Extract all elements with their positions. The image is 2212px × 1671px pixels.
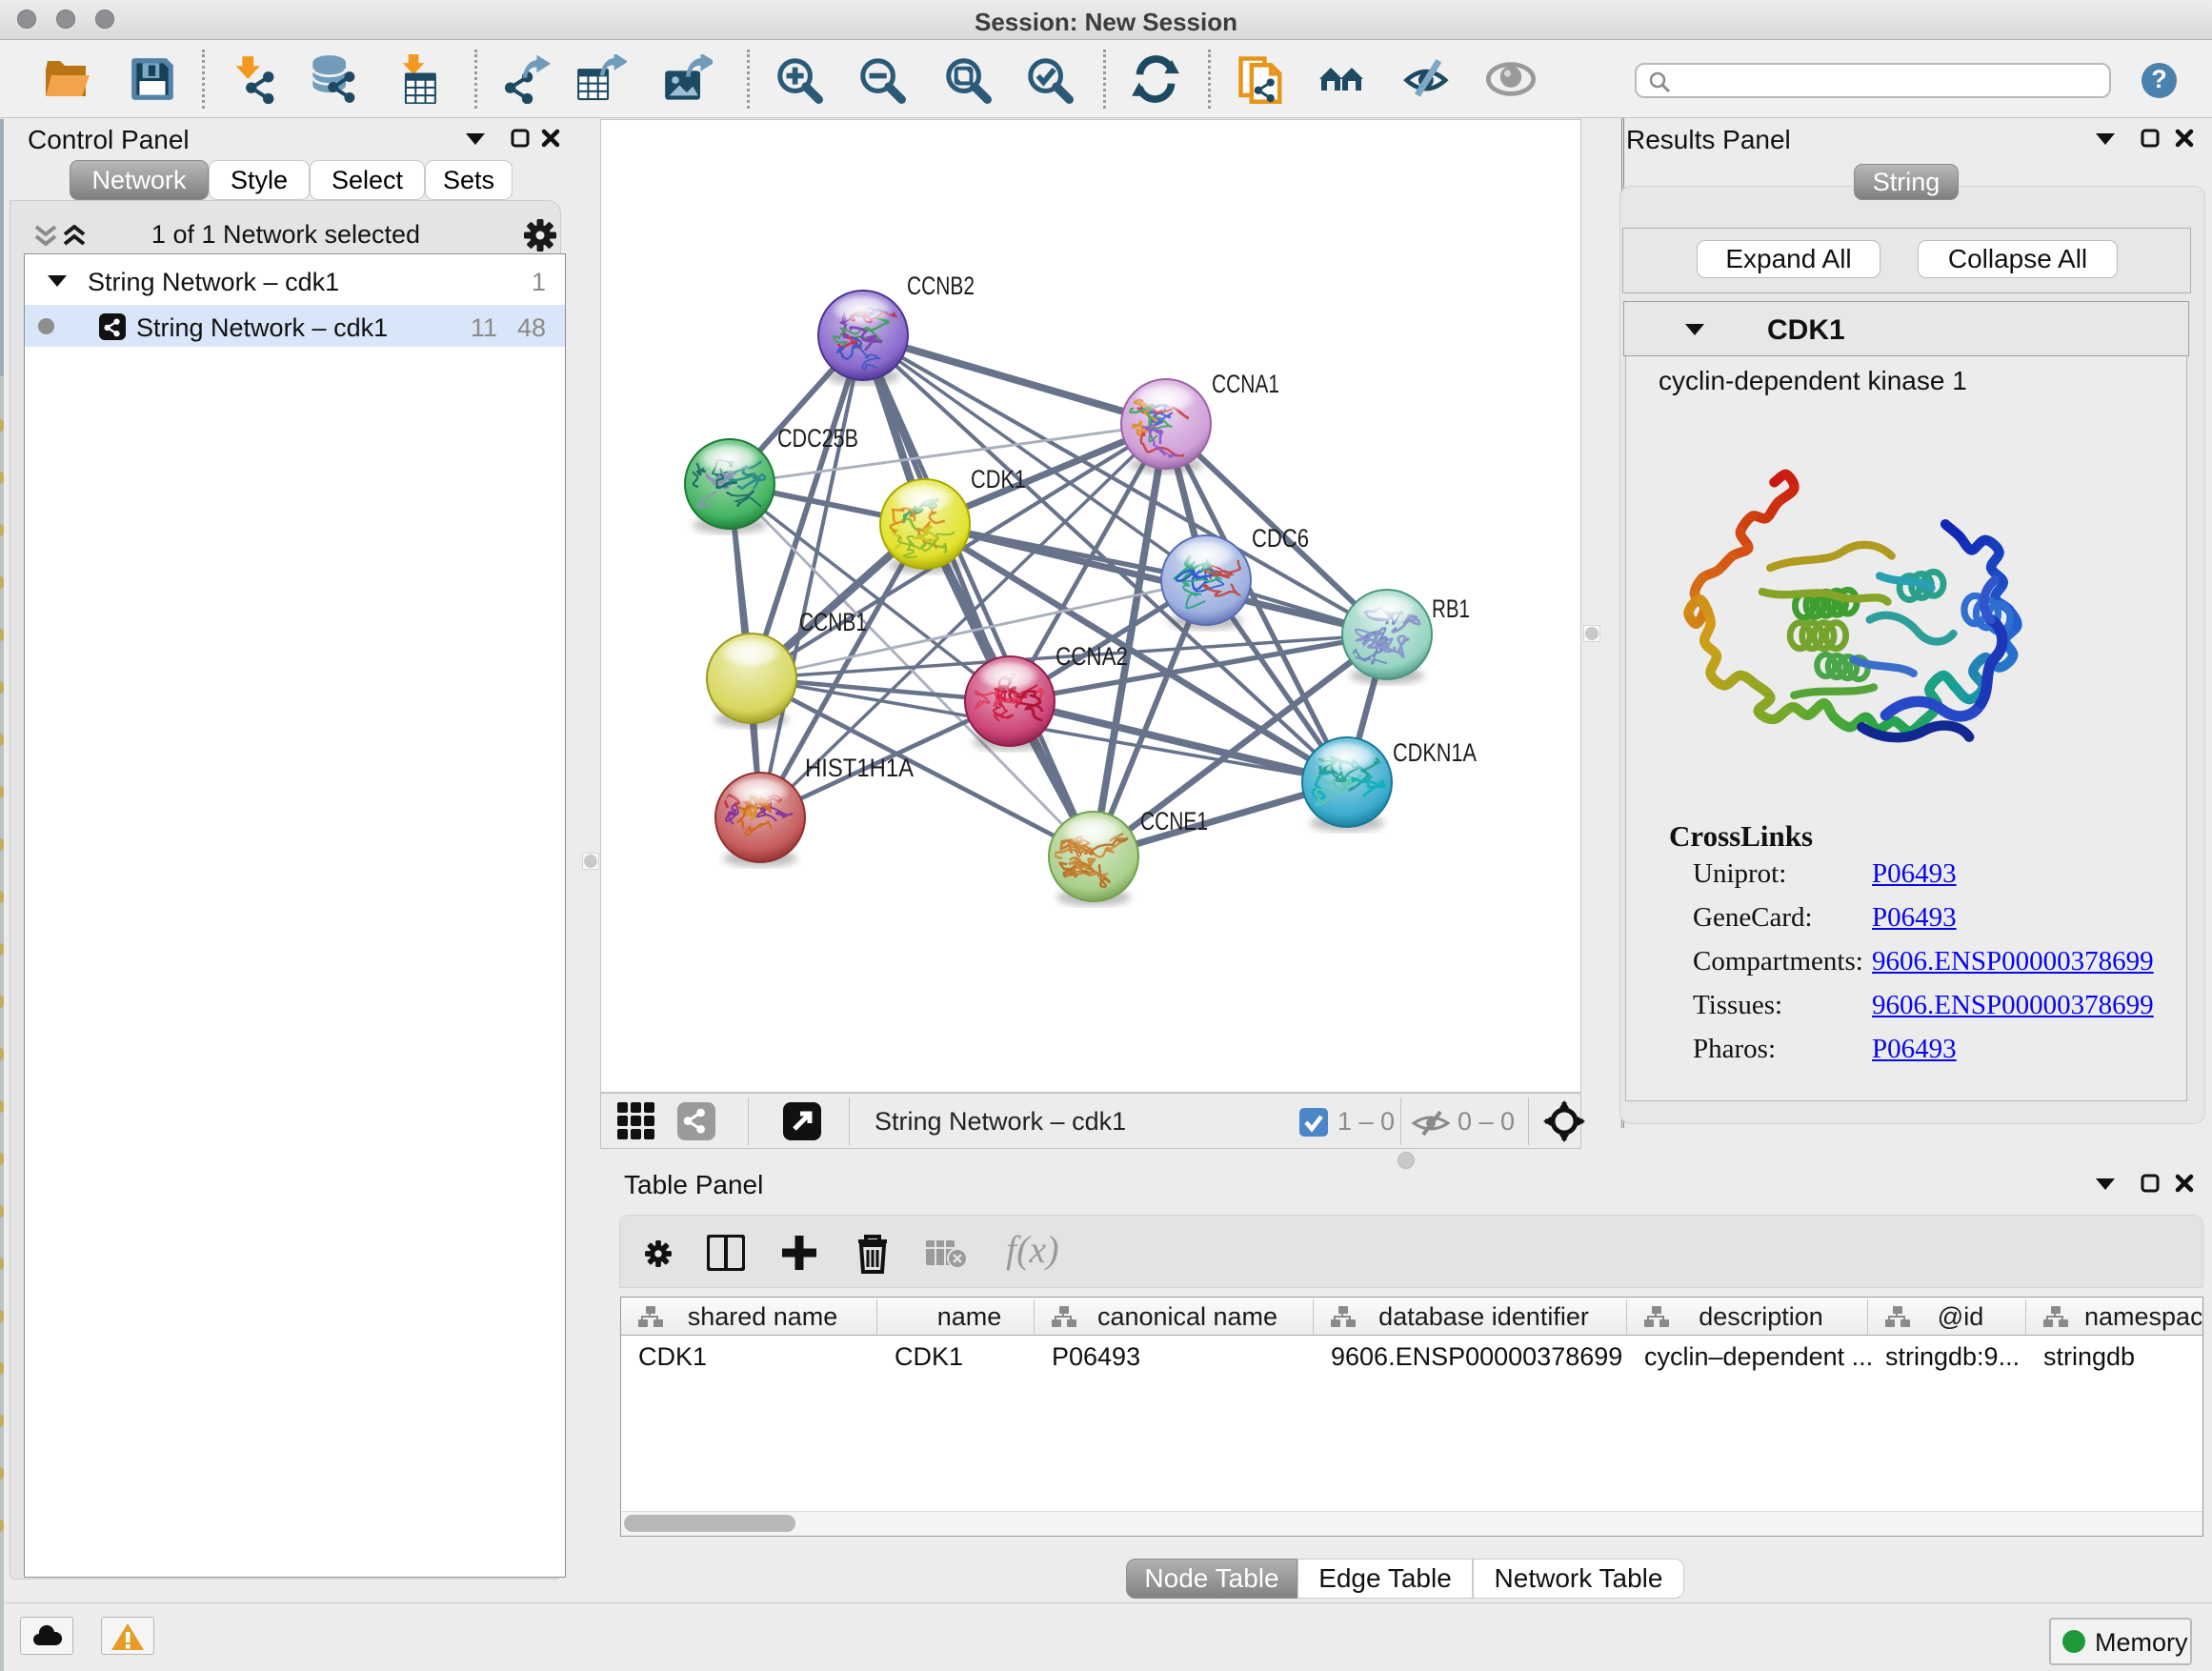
svg-text:HIST1H1A: HIST1H1A xyxy=(805,754,914,782)
svg-text:CCNB2: CCNB2 xyxy=(907,272,975,300)
svg-text:CCNB1: CCNB1 xyxy=(799,608,867,636)
svg-text:CDK1: CDK1 xyxy=(971,465,1026,493)
svg-text:CDC6: CDC6 xyxy=(1252,524,1309,553)
svg-text:CCNE1: CCNE1 xyxy=(1140,807,1208,836)
svg-text:CDKN1A: CDKN1A xyxy=(1393,738,1477,767)
svg-text:CCNA1: CCNA1 xyxy=(1212,370,1279,398)
svg-text:RB1: RB1 xyxy=(1432,594,1470,623)
svg-text:CDC25B: CDC25B xyxy=(777,424,858,453)
svg-text:CCNA2: CCNA2 xyxy=(1056,642,1128,671)
